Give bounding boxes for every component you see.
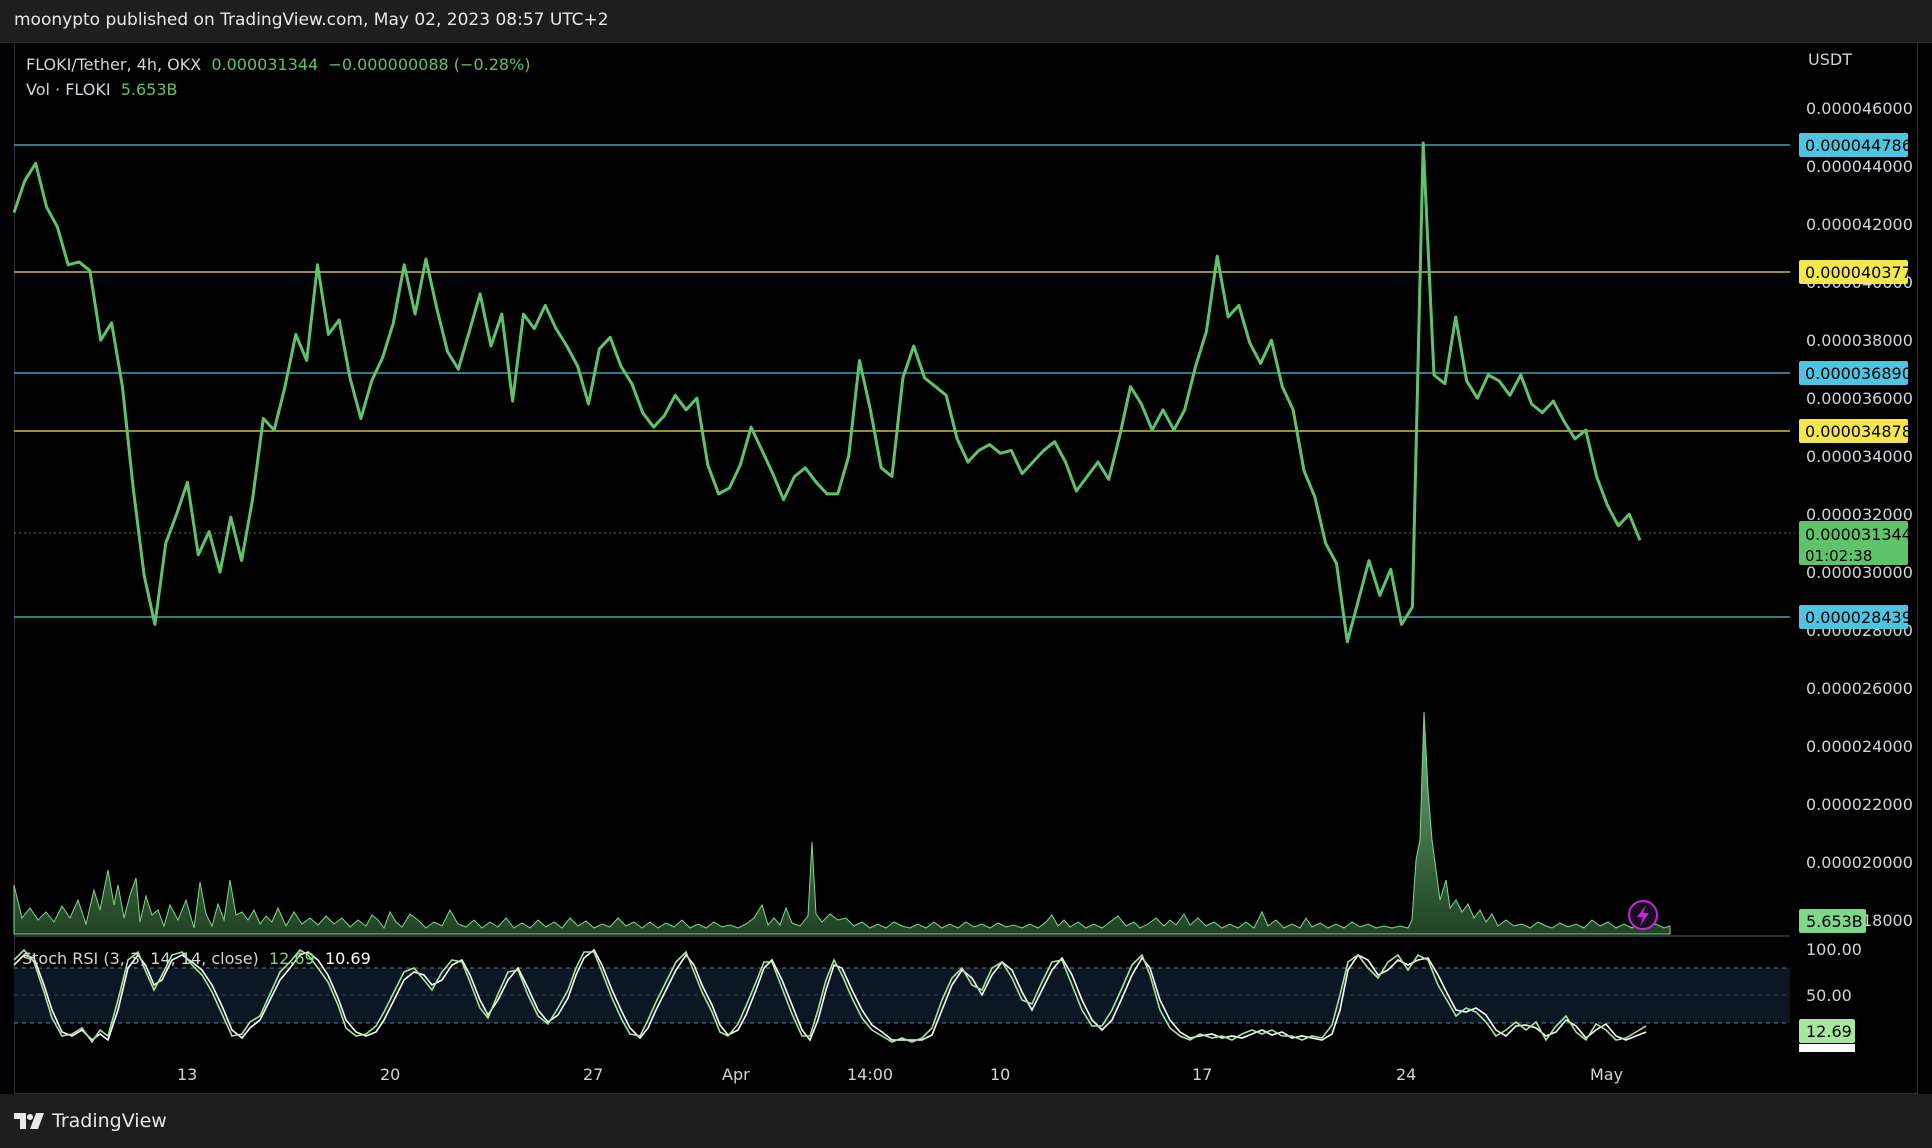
time-tick: Apr: [722, 1065, 750, 1084]
price-axis[interactable]: 0.000046000 0.000044000 0.000042000 0.00…: [1806, 99, 1913, 930]
time-tick: May: [1590, 1065, 1623, 1084]
tradingview-logo-icon: [14, 1113, 44, 1129]
price-tick: 0.000026000: [1806, 679, 1913, 698]
price-tick: 0.000020000: [1806, 853, 1913, 872]
price-tick: 0.000022000: [1806, 795, 1913, 814]
price-tick: 0.000038000: [1806, 331, 1913, 350]
brand-name: TradingView: [52, 1110, 167, 1132]
time-tick: 10: [990, 1065, 1010, 1084]
lightning-icon[interactable]: [1628, 900, 1658, 930]
svg-text:0.000034878: 0.000034878: [1805, 422, 1912, 441]
svg-text:5.653B: 5.653B: [1806, 912, 1863, 931]
stoch-k-value: 12.69: [268, 949, 315, 968]
price-tick: 0.000030000: [1806, 563, 1913, 582]
price-tick: 0.000044000: [1806, 157, 1913, 176]
stoch-k-badge: 12.69: [1799, 1019, 1855, 1043]
price-tick: 0.000036000: [1806, 389, 1913, 408]
level-badge-40377: 0.000040377: [1799, 260, 1912, 284]
stoch-tick-50: 50.00: [1806, 986, 1852, 1005]
stoch-label[interactable]: Stoch RSI (3, 3, 14, 14, close): [22, 949, 259, 968]
current-price-badge: 0.000031344 01:02:38: [1799, 521, 1912, 565]
last-price: 0.000031344: [211, 55, 319, 74]
svg-text:12.69: 12.69: [1806, 1022, 1852, 1041]
price-change: −0.000000088 (−0.28%): [328, 55, 531, 74]
stoch-d-value: 10.69: [324, 949, 371, 968]
time-tick: 20: [380, 1065, 400, 1084]
footer-bar: TradingView: [0, 1094, 1932, 1148]
level-badge-36890: 0.000036890: [1799, 361, 1912, 385]
time-tick: 27: [583, 1065, 603, 1084]
price-tick: 0.000024000: [1806, 737, 1913, 756]
svg-text:0.000040377: 0.000040377: [1805, 263, 1912, 282]
volume-value: 5.653B: [120, 80, 178, 99]
time-tick: 14:00: [847, 1065, 893, 1084]
price-tick: 0.000042000: [1806, 215, 1913, 234]
stoch-legend[interactable]: Stoch RSI (3, 3, 14, 14, close) 12.69 10…: [22, 949, 371, 968]
svg-text:0.000036890: 0.000036890: [1805, 364, 1912, 383]
time-tick: 17: [1192, 1065, 1212, 1084]
svg-text:0.000044786: 0.000044786: [1805, 136, 1912, 155]
volume-label[interactable]: Vol · FLOKI: [26, 80, 111, 99]
time-tick: 24: [1396, 1065, 1416, 1084]
symbol-label[interactable]: FLOKI/Tether, 4h, OKX: [26, 55, 201, 74]
stoch-tick-100: 100.00: [1806, 940, 1862, 959]
level-badge-44786: 0.000044786: [1799, 133, 1912, 157]
volume-badge: 5.653B: [1799, 909, 1866, 933]
svg-text:0.000031344: 0.000031344: [1805, 525, 1912, 544]
chart-legend[interactable]: FLOKI/Tether, 4h, OKX 0.000031344 −0.000…: [26, 52, 531, 102]
time-axis[interactable]: 13 20 27 Apr 14:00 10 17 24 May: [177, 1065, 1623, 1084]
level-badge-34878: 0.000034878: [1799, 419, 1912, 443]
price-line: [12, 141, 1642, 644]
svg-text:01:02:38: 01:02:38: [1805, 547, 1872, 565]
price-tick: 0.000034000: [1806, 447, 1913, 466]
svg-text:0.000028439: 0.000028439: [1805, 608, 1912, 627]
currency-label: USDT: [1808, 50, 1852, 69]
stoch-d-badge: [1799, 1044, 1855, 1052]
time-tick: 13: [177, 1065, 197, 1084]
price-tick: 0.000046000: [1806, 99, 1913, 118]
tradingview-logo[interactable]: TradingView: [14, 1110, 167, 1132]
volume-area: [13, 711, 1671, 935]
level-badge-28439: 0.000028439: [1799, 605, 1912, 629]
price-chart[interactable]: 0.000046000 0.000044000 0.000042000 0.00…: [0, 0, 1932, 1148]
